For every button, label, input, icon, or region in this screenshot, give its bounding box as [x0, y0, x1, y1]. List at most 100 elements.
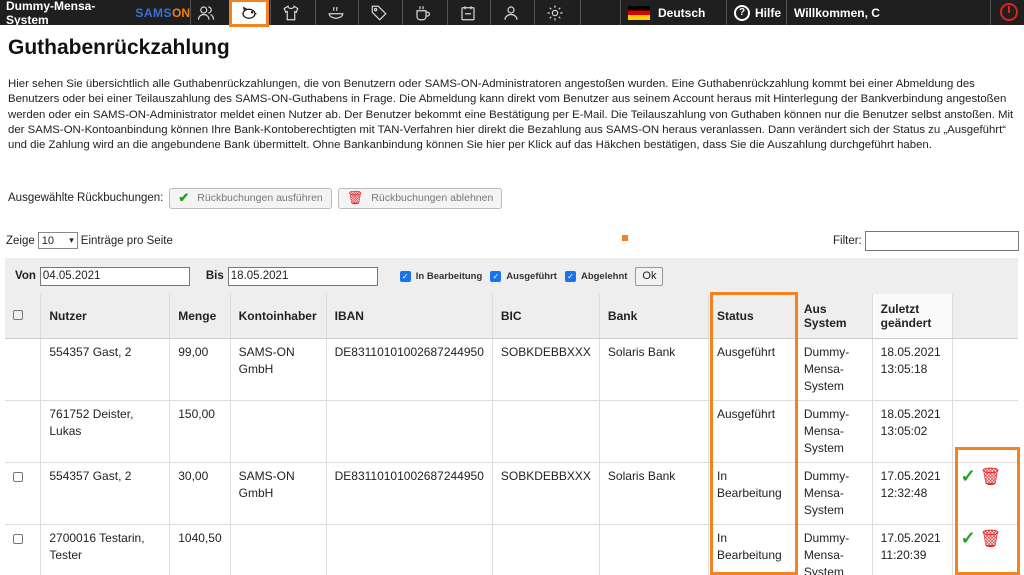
table-row: 554357 Gast, 2 99,00 SAMS-ON GmbH DE8311…	[5, 338, 1018, 401]
cell-kontoinhaber: SAMS-ON GmbH	[229, 462, 327, 525]
cell-nutzer: 554357 Gast, 2	[40, 338, 170, 401]
tag-icon[interactable]	[364, 0, 394, 25]
cell-zuletzt-geaendert: 18.05.2021 13:05:18	[871, 338, 953, 401]
cell-bic: SOBKDEBBXXX	[491, 462, 600, 525]
cell-actions	[951, 400, 1018, 463]
cell-menge: 99,00	[169, 338, 231, 401]
logout-power-icon[interactable]	[1000, 3, 1018, 21]
cell-bank	[598, 400, 709, 463]
cell-bic	[491, 524, 600, 575]
page-length-value: 10	[41, 234, 55, 247]
reject-refunds-label: Rückbuchungen ablehnen	[371, 192, 494, 204]
select-all-checkbox[interactable]	[13, 309, 23, 320]
welcome-user[interactable]: Willkommen, C	[794, 0, 880, 25]
gear-icon[interactable]	[540, 0, 570, 25]
cell-zuletzt-geaendert: 17.05.2021 12:32:48	[871, 462, 953, 525]
checkbox-in-progress[interactable]: ✓	[399, 270, 411, 282]
col-header-actions	[951, 294, 1018, 339]
col-header-zuletzt-geaendert[interactable]: Zuletzt geändert	[871, 294, 953, 339]
cell-kontoinhaber	[229, 400, 327, 463]
page-length-select[interactable]: 10 ▾	[37, 232, 78, 249]
checkbox-rejected[interactable]: ✓	[564, 270, 576, 282]
help-label: Hilfe	[755, 5, 782, 20]
language-selector[interactable]: Deutsch	[628, 0, 705, 25]
cell-status: Ausgeführt	[707, 338, 796, 401]
apply-date-filter-button[interactable]: Ok	[635, 266, 664, 286]
from-date-input[interactable]: 04.05.2021	[39, 266, 190, 286]
col-header-bic[interactable]: BIC	[491, 294, 600, 339]
reject-refunds-button[interactable]: 🗑 Rückbuchungen ablehnen	[337, 187, 503, 209]
cell-bank: Solaris Bank	[598, 338, 709, 401]
top-navigation-bar: Dummy-Mensa-System SAMS ON Deutsch ? Hil…	[0, 0, 1024, 27]
table-row: 761752 Deister, Lukas 150,00 Ausgeführt …	[5, 400, 1018, 463]
cell-zuletzt-geaendert: 18.05.2021 13:05:02	[871, 400, 953, 463]
cell-iban: DE83110101002687244950	[325, 462, 493, 525]
help-icon: ?	[734, 4, 750, 21]
page-length-prefix: Zeige	[6, 234, 35, 247]
col-header-aus-system[interactable]: Aus System	[794, 294, 873, 339]
cell-status: Ausgeführt	[707, 400, 796, 463]
row-select-checkbox[interactable]	[13, 533, 23, 544]
users-icon[interactable]	[191, 0, 221, 25]
cell-iban	[325, 400, 493, 463]
row-select-checkbox[interactable]	[13, 471, 23, 482]
confirm-checkmark-icon[interactable]: ✓	[961, 528, 976, 548]
cell-menge: 1040,50	[169, 524, 231, 575]
col-header-status[interactable]: Status	[707, 294, 796, 339]
cell-bic	[491, 400, 600, 463]
checkbox-executed-label: Ausgeführt	[506, 270, 557, 282]
cell-bank: Solaris Bank	[598, 462, 709, 525]
from-date-label: Von	[15, 270, 36, 282]
cell-aus-system: Dummy-Mensa-System	[794, 462, 873, 525]
delete-trash-icon[interactable]: 🗑	[980, 467, 1002, 486]
app-name: Dummy-Mensa-System	[6, 0, 96, 27]
execute-refunds-button[interactable]: ✔ Rückbuchungen ausführen	[169, 187, 332, 209]
filter-label: Filter:	[833, 235, 862, 247]
cell-aus-system: Dummy-Mensa-System	[794, 400, 873, 463]
cell-bank	[598, 524, 709, 575]
chevron-down-icon: ▾	[69, 235, 74, 245]
calendar-icon[interactable]	[453, 0, 483, 25]
cell-bic: SOBKDEBBXXX	[491, 338, 600, 401]
confirm-checkmark-icon[interactable]: ✓	[961, 466, 976, 486]
checkbox-executed[interactable]: ✓	[490, 270, 502, 282]
person-icon[interactable]	[496, 0, 526, 25]
table-header-row: Nutzer Menge Kontoinhaber IBAN BIC Bank …	[5, 294, 1018, 339]
cell-kontoinhaber: SAMS-ON GmbH	[229, 338, 327, 401]
cell-zuletzt-geaendert: 17.05.2021 11:20:39	[871, 524, 953, 575]
filter-input[interactable]	[864, 231, 1019, 251]
col-header-nutzer[interactable]: Nutzer	[40, 294, 170, 339]
cell-aus-system: Dummy-Mensa-System	[794, 338, 873, 401]
page-length-suffix: Einträge pro Seite	[80, 234, 173, 247]
cell-kontoinhaber	[229, 524, 327, 575]
table-row: 2700016 Testarin, Tester 1040,50 In Bear…	[5, 524, 1018, 575]
cell-menge: 150,00	[169, 400, 231, 463]
delete-trash-icon[interactable]: 🗑	[980, 529, 1002, 548]
checkmark-icon: ✔	[178, 190, 190, 205]
to-date-label: Bis	[205, 270, 224, 282]
cell-iban	[325, 524, 493, 575]
checkbox-in-progress-label: In Bearbeitung	[415, 270, 483, 282]
help-link[interactable]: ? Hilfe	[734, 0, 781, 25]
col-header-kontoinhaber[interactable]: Kontoinhaber	[229, 294, 327, 339]
food-bowl-icon[interactable]	[321, 0, 351, 25]
page-length-control: Zeige 10 ▾ Einträge pro Seite	[6, 232, 173, 249]
col-header-iban[interactable]: IBAN	[325, 294, 493, 339]
cell-actions	[951, 338, 1018, 401]
piggy-bank-icon[interactable]	[229, 0, 269, 27]
cell-menge: 30,00	[169, 462, 231, 525]
cell-status: In Bearbeitung	[707, 524, 796, 575]
execute-refunds-label: Rückbuchungen ausführen	[197, 192, 323, 204]
to-date-input[interactable]: 18.05.2021	[227, 266, 378, 286]
cell-iban: DE83110101002687244950	[325, 338, 493, 401]
col-header-bank[interactable]: Bank	[598, 294, 709, 339]
cell-aus-system: Dummy-Mensa-System	[794, 524, 873, 575]
app-brand[interactable]: Dummy-Mensa-System SAMS ON	[0, 0, 190, 27]
cup-icon[interactable]	[408, 0, 438, 25]
brand-logo-sams: SAMS	[135, 5, 172, 20]
table-row: 554357 Gast, 2 30,00 SAMS-ON GmbH DE8311…	[5, 462, 1018, 525]
bulk-actions-label: Ausgewählte Rückbuchungen:	[8, 192, 164, 204]
shirt-icon[interactable]	[276, 0, 306, 25]
cell-nutzer: 2700016 Testarin, Tester	[40, 524, 170, 575]
col-header-menge[interactable]: Menge	[169, 294, 231, 339]
